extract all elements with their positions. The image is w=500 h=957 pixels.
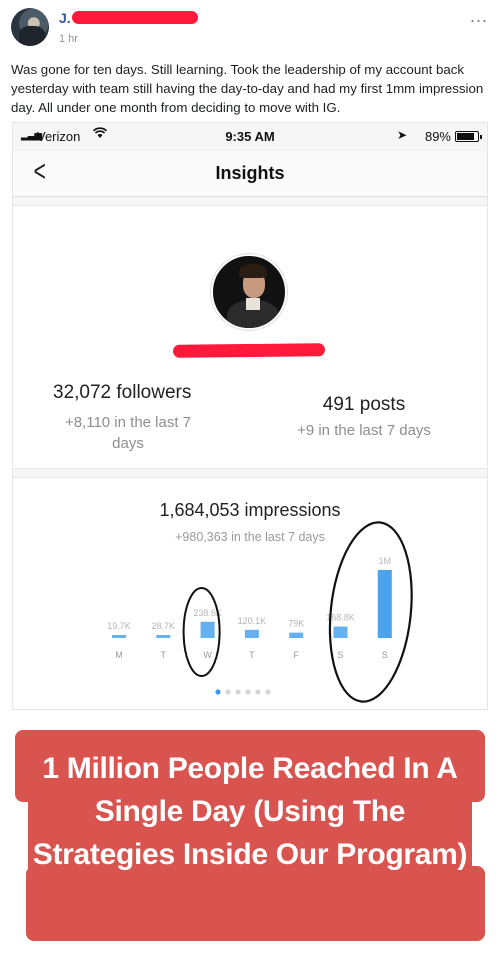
profile-avatar[interactable] — [211, 254, 287, 330]
followers-count[interactable]: 32,072 followers — [53, 382, 191, 404]
author-name[interactable]: J. — [59, 10, 71, 26]
posts-count[interactable]: 491 posts — [279, 394, 449, 416]
bar-1 — [156, 635, 171, 638]
bar-2 — [200, 621, 215, 638]
bar-value-label-6: 1M — [379, 556, 392, 566]
post-timestamp[interactable]: 1 hr — [59, 33, 78, 45]
promo-banner: 1 Million People Reached In A Single Day… — [0, 710, 500, 957]
page-dot-5 — [265, 689, 271, 695]
impressions-card: 1,684,053 impressions +980,363 in the la… — [13, 477, 488, 710]
page-title: Insights — [215, 163, 285, 183]
username-redaction — [172, 343, 326, 358]
promo-headline: 1 Million People Reached In A Single Day… — [32, 752, 468, 871]
author-name-redaction — [72, 11, 198, 24]
day-label-3: T — [249, 650, 255, 660]
instagram-screenshot[interactable]: ▂▃▅ Verizon 9:35 AM ➤ 89% < Insights 32,… — [12, 122, 488, 710]
bar-value-label-1: 28.7K — [152, 621, 176, 631]
bar-3 — [244, 629, 259, 638]
post-header: J. 1 hr ... — [0, 0, 500, 58]
page-dot-1 — [225, 689, 231, 695]
bar-0 — [112, 635, 126, 638]
author-avatar[interactable] — [11, 8, 49, 46]
profile-summary-card: 32,072 followers +8,110 in the last 7 da… — [13, 205, 487, 469]
page-dot-4 — [255, 689, 261, 695]
page-dot-2 — [235, 689, 241, 695]
bar-6 — [377, 570, 392, 638]
bar-4 — [289, 632, 304, 638]
status-time: 9:35 AM — [225, 129, 275, 144]
battery-percent: 89% — [424, 129, 451, 144]
bar-value-label-0: 19.7K — [107, 621, 131, 631]
phone-status-bar: ▂▃▅ Verizon 9:35 AM ➤ 89% — [13, 123, 487, 151]
day-label-5: S — [337, 650, 343, 660]
followers-change: +8,110 in the last 7 days — [64, 414, 192, 452]
page-dot-0 — [215, 689, 221, 695]
day-label-4: F — [293, 650, 299, 660]
bar-value-label-3: 120.1K — [238, 616, 267, 626]
impressions-bar-chart[interactable]: 19.7KM28.7KT238.6KW120.1KT79KF168.8KS1MS — [13, 478, 488, 710]
posts-change: +9 in the last 7 days — [297, 422, 431, 439]
location-arrow-icon: ➤ — [396, 128, 407, 142]
promo-box-bottom — [26, 866, 485, 941]
bar-5 — [333, 626, 348, 638]
day-label-6: S — [382, 650, 388, 660]
day-label-0: M — [115, 650, 123, 660]
bar-value-label-4: 79K — [288, 619, 304, 629]
day-label-1: T — [161, 650, 167, 660]
battery-icon — [455, 131, 482, 142]
day-label-2: W — [203, 650, 212, 660]
page-dot-3 — [245, 689, 251, 695]
insights-nav-bar: < Insights — [13, 151, 487, 197]
post-body-text: Was gone for ten days. Still learning. T… — [11, 62, 484, 115]
more-options-icon[interactable]: ... — [470, 6, 488, 27]
